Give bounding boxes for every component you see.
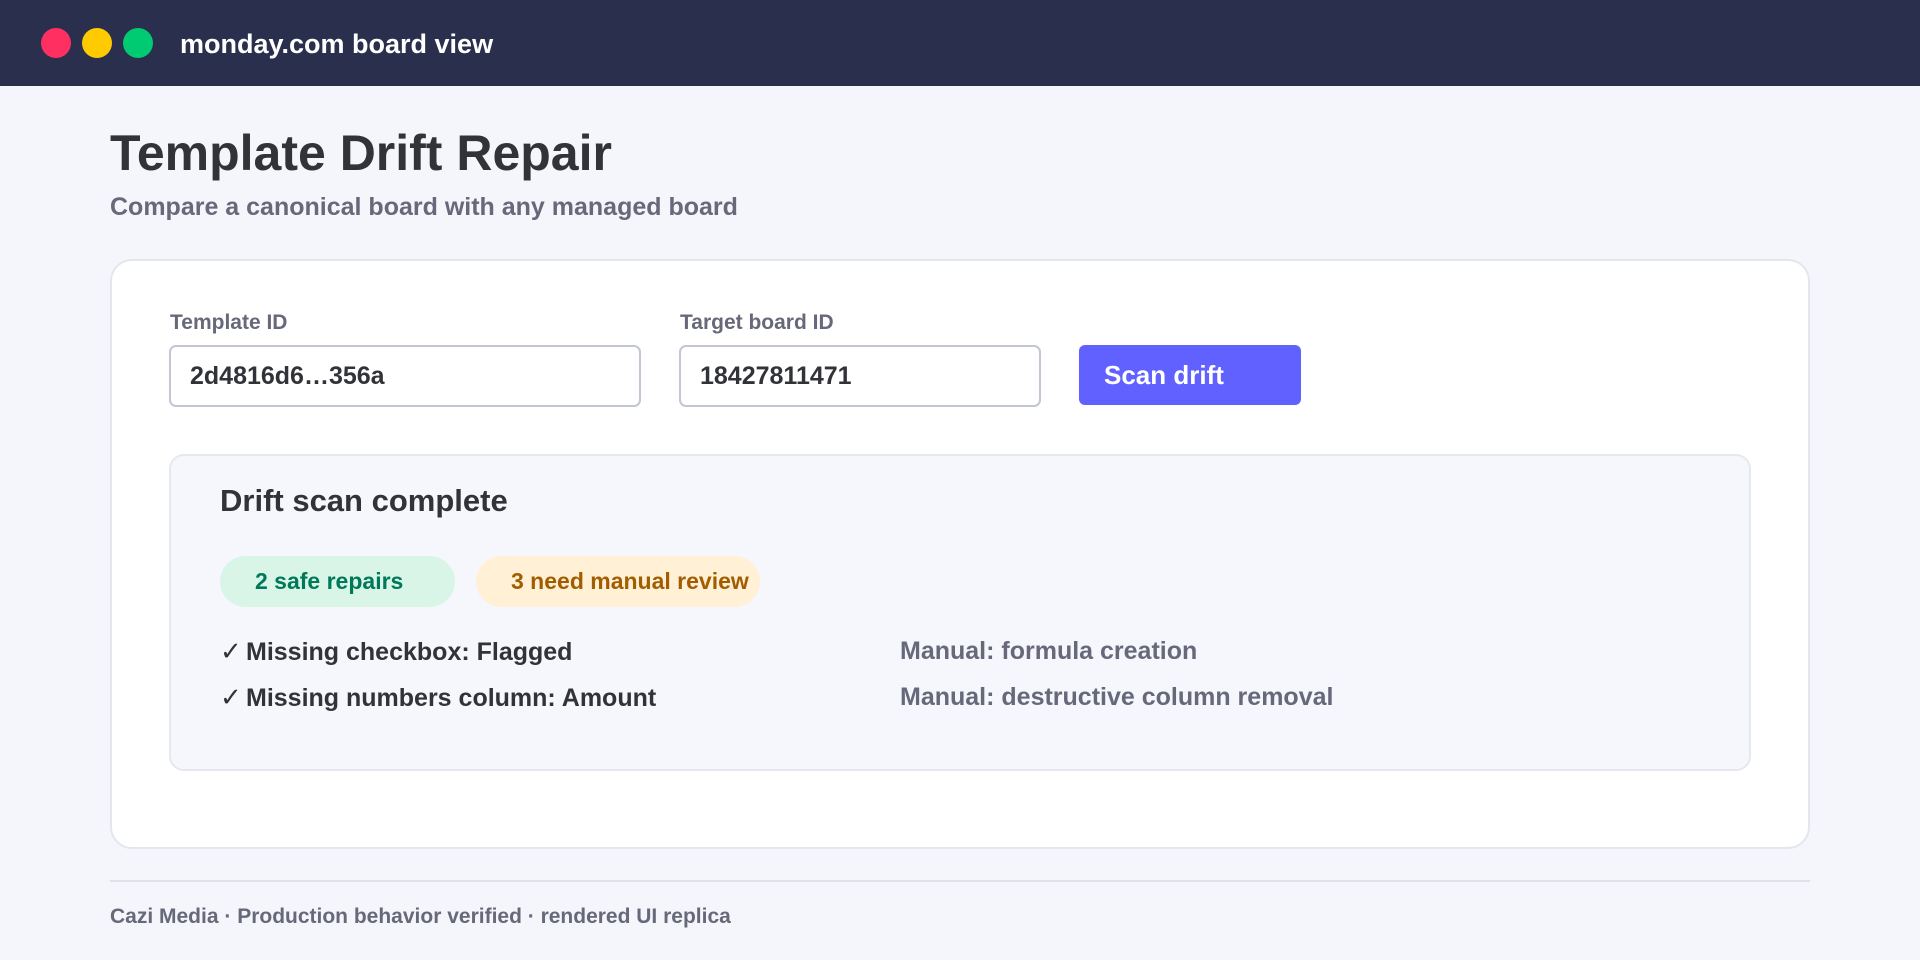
page-subtitle: Compare a canonical board with any manag… [110, 193, 738, 221]
maximize-window-icon[interactable] [123, 28, 153, 58]
manual-review-item: Manual: destructive column removal [900, 683, 1334, 711]
footer-text: Cazi Media · Production behavior verifie… [110, 905, 731, 928]
minimize-window-icon[interactable] [82, 28, 112, 58]
target-board-id-input[interactable] [679, 345, 1041, 407]
safe-repair-item: ✓ Missing checkbox: Flagged [220, 636, 572, 667]
page-title: Template Drift Repair [110, 125, 612, 181]
safe-repair-label: Missing checkbox: Flagged [246, 638, 573, 666]
check-icon: ✓ [220, 636, 242, 666]
safe-repair-label: Missing numbers column: Amount [246, 684, 657, 712]
template-id-input[interactable] [169, 345, 641, 407]
manual-review-item: Manual: formula creation [900, 637, 1198, 665]
safe-repair-item: ✓ Missing numbers column: Amount [220, 682, 656, 713]
window-title: monday.com board view [180, 29, 494, 59]
close-window-icon[interactable] [41, 28, 71, 58]
window-titlebar: monday.com board view [0, 0, 1920, 86]
template-id-label: Template ID [170, 311, 288, 334]
manual-review-badge: 3 need manual review [476, 556, 760, 607]
result-title: Drift scan complete [220, 483, 508, 518]
safe-repairs-badge: 2 safe repairs [220, 556, 455, 607]
scan-drift-button[interactable]: Scan drift [1079, 345, 1301, 405]
check-icon: ✓ [220, 682, 242, 712]
footer-divider [110, 880, 1810, 882]
target-board-id-label: Target board ID [680, 311, 834, 334]
